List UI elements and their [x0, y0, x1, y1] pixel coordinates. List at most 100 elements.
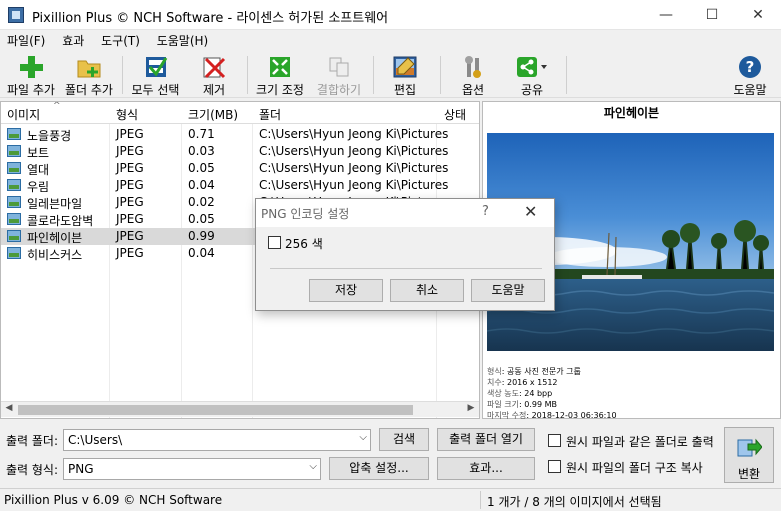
app-icon [8, 7, 24, 23]
cell-name: 일레븐마일 [27, 197, 83, 211]
minimize-button[interactable]: — [643, 0, 689, 30]
meta-modified: 마지막 수정: 2018-12-03 06:36:10 [487, 411, 617, 420]
window-title: Pixillion Plus © NCH Software - 라이센스 허가된… [32, 11, 389, 26]
cell-name: 히비스커스 [27, 248, 83, 262]
dialog-cancel-button[interactable]: 취소 [390, 279, 464, 302]
add-file-label: 파일 추가 [7, 83, 55, 97]
compression-settings-button[interactable]: 압축 설정... [329, 457, 429, 480]
image-file-icon [7, 196, 21, 208]
open-output-folder-button[interactable]: 출력 폴더 열기 [437, 428, 535, 451]
cell-format: JPEG [116, 144, 144, 158]
cell-folder: C:\Users\Hyun Jeong Ki\Pictures [259, 144, 449, 158]
output-folder-label: 출력 폴더: [6, 434, 59, 448]
dialog-help-button[interactable]: 도움말 [471, 279, 545, 302]
wrench-icon [461, 55, 485, 79]
browse-button[interactable]: 검색 [379, 428, 429, 451]
plus-icon [19, 55, 43, 79]
cell-name: 파인헤이븐 [27, 231, 83, 245]
combine-button[interactable]: 결합하기 [312, 52, 366, 98]
toolbar: 파일 추가 폴더 추가 모두 선택 제거 크기 조정 결합하기 편집 옵션 공유… [0, 52, 781, 98]
menu-bar: 파일(F) 효과 도구(T) 도움말(H) [0, 30, 781, 50]
cell-size: 0.05 [188, 161, 215, 175]
toolbar-separator [566, 56, 567, 94]
image-metadata: 형식: 공동 사진 전문가 그룹 치수: 2016 x 1512 색상 농도: … [487, 366, 617, 421]
share-button[interactable]: 공유 [511, 52, 553, 98]
version-text: Pixillion Plus v 6.09 © NCH Software [4, 493, 223, 507]
output-panel: 출력 폴더: C:\Users\ ⌵ 검색 출력 폴더 열기 출력 형식: PN… [0, 423, 781, 485]
column-header-format[interactable]: 형식 [116, 106, 138, 123]
scrollbar-thumb[interactable] [18, 405, 413, 415]
image-file-icon [7, 162, 21, 174]
horizontal-scrollbar[interactable]: ◀ ▶ [1, 401, 479, 417]
output-folder-combo[interactable]: C:\Users\ ⌵ [63, 429, 371, 451]
meta-format: 형식: 공동 사진 전문가 그룹 [487, 367, 581, 376]
add-folder-button[interactable]: 폴더 추가 [60, 52, 118, 98]
select-all-label: 모두 선택 [131, 83, 180, 97]
scroll-right-icon[interactable]: ▶ [463, 403, 479, 413]
select-all-button[interactable]: 모두 선택 [127, 52, 184, 98]
column-header-status[interactable]: 상태 [444, 106, 466, 123]
chevron-down-icon: ⌵ [309, 461, 317, 472]
cell-name: 보트 [27, 146, 50, 160]
remove-button[interactable]: 제거 [194, 52, 234, 98]
status-bar: Pixillion Plus v 6.09 © NCH Software 1 개… [0, 488, 781, 511]
resize-button[interactable]: 크기 조정 [252, 52, 308, 98]
colors-256-checkbox[interactable] [268, 236, 281, 249]
select-all-icon [144, 55, 168, 79]
cell-format: JPEG [116, 195, 144, 209]
menu-help[interactable]: 도움말(H) [150, 30, 215, 49]
svg-text:?: ? [746, 58, 755, 76]
toolbar-separator [122, 56, 123, 94]
copy-structure-label: 원시 파일의 폴더 구조 복사 [566, 461, 703, 475]
table-row[interactable]: 우림 JPEG 0.04 C:\Users\Hyun Jeong Ki\Picture… [1, 177, 479, 194]
edit-button[interactable]: 편집 [385, 52, 425, 98]
menu-effects[interactable]: 효과 [55, 30, 90, 49]
title-bar: Pixillion Plus © NCH Software - 라이센스 허가된… [0, 0, 781, 30]
cell-name: 열대 [27, 163, 50, 177]
convert-label: 변환 [737, 467, 761, 481]
meta-file-size: 파일 크기: 0.99 MB [487, 400, 557, 409]
dialog-title-bar: PNG 인코딩 설정 ? ✕ [256, 199, 554, 227]
cell-size: 0.71 [188, 127, 215, 141]
dialog-save-button[interactable]: 저장 [309, 279, 383, 302]
help-icon: ? [738, 55, 762, 79]
dialog-help-icon[interactable]: ? [482, 204, 489, 219]
combine-label: 결합하기 [316, 83, 362, 97]
resize-label: 크기 조정 [256, 83, 304, 97]
menu-file[interactable]: 파일(F) [0, 30, 51, 49]
same-folder-label: 원시 파일과 같은 폴더로 출력 [566, 435, 714, 449]
toolbar-separator [373, 56, 374, 94]
options-button[interactable]: 옵션 [455, 52, 491, 98]
add-file-button[interactable]: 파일 추가 [3, 52, 59, 98]
options-label: 옵션 [461, 83, 485, 97]
resize-icon [268, 55, 292, 79]
column-header-image[interactable]: 이미지 [7, 106, 40, 123]
cell-format: JPEG [116, 212, 144, 226]
menu-tools[interactable]: 도구(T) [94, 30, 146, 49]
effects-button[interactable]: 효과... [437, 457, 535, 480]
combine-icon [327, 55, 351, 79]
table-row[interactable]: 보트 JPEG 0.03 C:\Users\Hyun Jeong Ki\Picture… [1, 143, 479, 160]
convert-button[interactable]: 변환 [724, 427, 774, 483]
status-divider [480, 491, 481, 509]
cell-size: 0.05 [188, 212, 215, 226]
output-format-combo[interactable]: PNG ⌵ [63, 458, 321, 480]
dialog-close-icon[interactable]: ✕ [524, 202, 537, 221]
toolbar-separator [440, 56, 441, 94]
table-row[interactable]: 열대 JPEG 0.05 C:\Users\Hyun Jeong Ki\Picture… [1, 160, 479, 177]
copy-structure-checkbox[interactable] [548, 460, 561, 473]
table-row[interactable]: 노을풍경 JPEG 0.71 C:\Users\Hyun Jeong Ki\Pictu… [1, 126, 479, 143]
selection-status: 1 개가 / 8 개의 이미지에서 선택됨 [487, 495, 662, 509]
column-header-size[interactable]: 크기(MB) [188, 106, 238, 123]
meta-dimensions: 치수: 2016 x 1512 [487, 378, 558, 387]
column-header-folder[interactable]: 폴더 [259, 106, 281, 123]
scroll-left-icon[interactable]: ◀ [1, 403, 17, 413]
cell-format: JPEG [116, 127, 144, 141]
maximize-button[interactable]: ☐ [689, 0, 735, 30]
same-folder-checkbox[interactable] [548, 434, 561, 447]
cell-name: 노을풍경 [27, 129, 72, 143]
share-icon [517, 55, 547, 79]
help-button[interactable]: ? 도움말 [728, 52, 772, 98]
image-file-icon [7, 213, 21, 225]
close-button[interactable]: ✕ [735, 0, 781, 30]
